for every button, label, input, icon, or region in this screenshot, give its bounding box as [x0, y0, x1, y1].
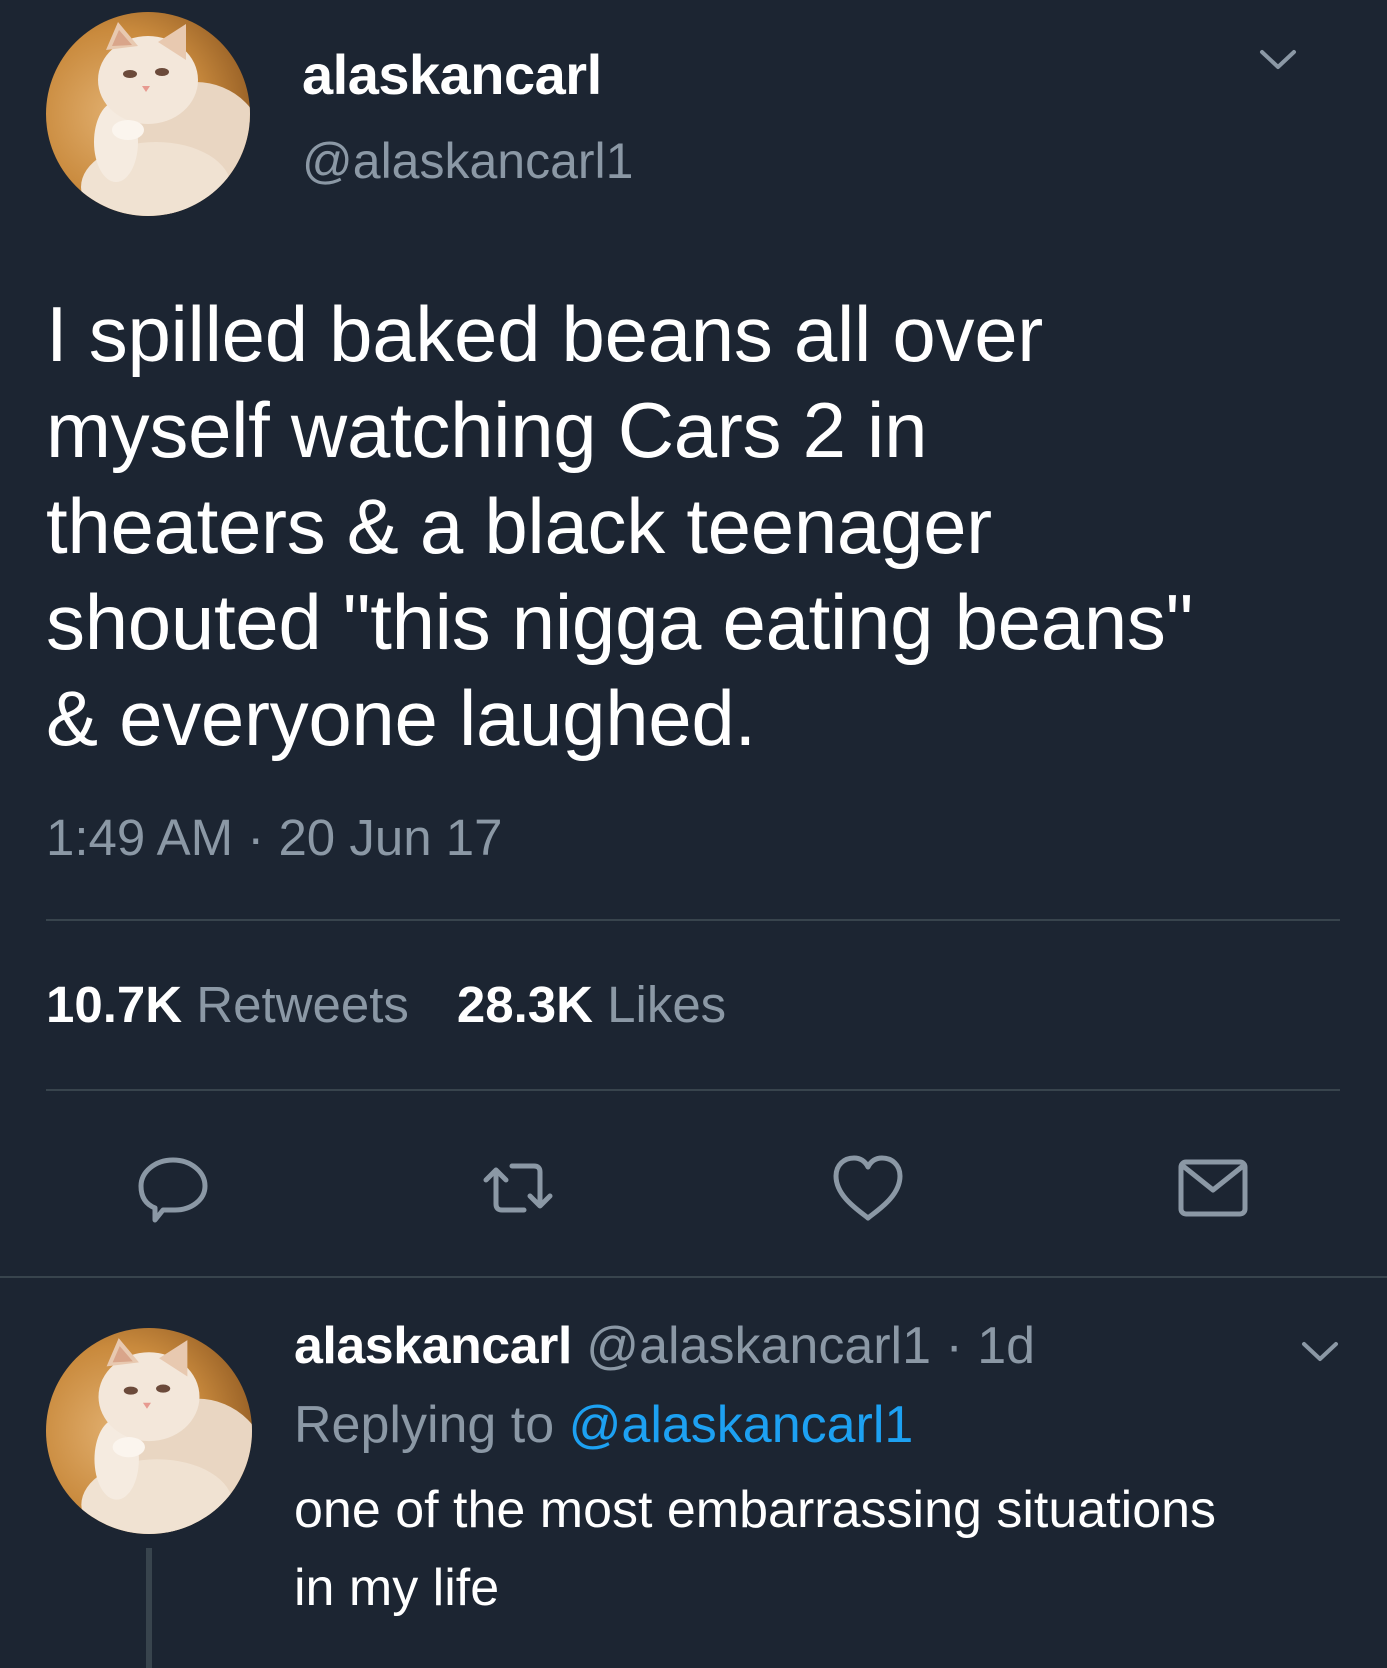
engagement-stats: 10.7K Retweets 28.3K Likes — [46, 975, 726, 1034]
chevron-down-icon[interactable] — [1258, 48, 1298, 77]
separator-dot: · — [945, 1317, 963, 1375]
divider — [46, 1089, 1340, 1091]
display-name[interactable]: alaskancarl — [302, 42, 602, 107]
retweet-button[interactable] — [478, 1148, 558, 1228]
reply-text: one of the most embarrassing situations … — [294, 1471, 1216, 1627]
display-name[interactable]: alaskancarl — [294, 1317, 572, 1375]
thread-connector-line — [146, 1548, 152, 1668]
reply-button[interactable] — [133, 1148, 213, 1228]
avatar[interactable] — [46, 1328, 252, 1534]
divider — [46, 919, 1340, 921]
tweet-text: I spilled baked beans all over myself wa… — [46, 286, 1346, 766]
tweet-timestamp[interactable]: 1:49 AM · 20 Jun 17 — [46, 808, 502, 867]
reply-text-line: one of the most embarrassing situations — [294, 1481, 1217, 1539]
mention-link[interactable]: @alaskancarl1 — [569, 1396, 914, 1454]
likes-label: Likes — [607, 976, 727, 1033]
reply-icon — [138, 1157, 208, 1223]
reply-tweet[interactable]: alaskancarl @alaskancarl1 · 1d Replying … — [0, 1278, 1387, 1668]
cat-photo-avatar-icon — [46, 12, 250, 216]
tweet-text-line: myself watching Cars 2 in — [46, 386, 928, 474]
user-handle[interactable]: @alaskancarl1 — [586, 1317, 931, 1375]
replying-to: Replying to @alaskancarl1 — [294, 1395, 913, 1455]
tweet-text-line: I spilled baked beans all over — [46, 290, 1043, 378]
direct-message-button[interactable] — [1173, 1148, 1253, 1228]
tweet-text-line: & everyone laughed. — [46, 674, 756, 762]
reply-header: alaskancarl @alaskancarl1 · 1d — [294, 1316, 1035, 1376]
cat-photo-avatar-icon — [46, 1328, 252, 1534]
reply-text-line: in my life — [294, 1559, 500, 1617]
retweets-stat[interactable]: 10.7K Retweets — [46, 976, 409, 1033]
tweet-text-line: theaters & a black teenager — [46, 482, 992, 570]
retweets-count: 10.7K — [46, 976, 183, 1033]
likes-count: 28.3K — [456, 976, 593, 1033]
main-tweet: alaskancarl @alaskancarl1 I spilled bake… — [0, 0, 1387, 1276]
replying-to-label: Replying to — [294, 1396, 555, 1454]
chevron-down-icon[interactable] — [1300, 1340, 1340, 1369]
avatar[interactable] — [46, 12, 250, 216]
likes-stat[interactable]: 28.3K Likes — [457, 976, 726, 1033]
like-icon — [833, 1155, 903, 1221]
reply-timestamp[interactable]: 1d — [977, 1317, 1035, 1375]
retweets-label: Retweets — [196, 976, 409, 1033]
direct-message-icon — [1178, 1159, 1248, 1217]
like-button[interactable] — [828, 1148, 908, 1228]
retweet-icon — [483, 1163, 553, 1213]
tweet-text-line: shouted "this nigga eating beans" — [46, 578, 1193, 666]
user-handle[interactable]: @alaskancarl1 — [302, 132, 633, 190]
